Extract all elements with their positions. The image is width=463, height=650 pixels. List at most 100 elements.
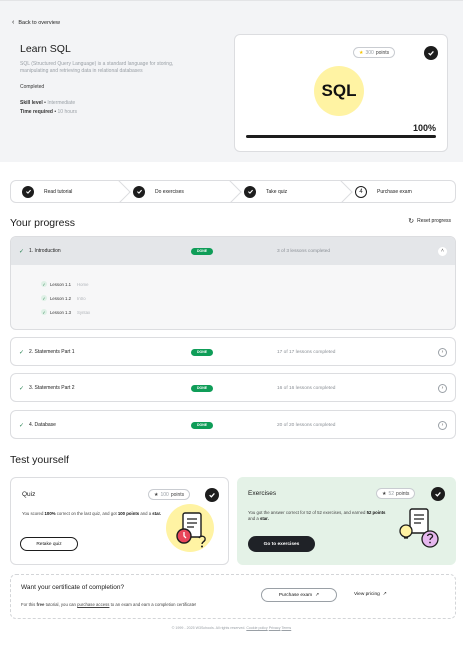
lesson-item[interactable]: ✓ Lesson 1.2 Intro: [41, 295, 86, 301]
step-do-exercises[interactable]: Do exercises: [122, 181, 233, 202]
star-icon: ★: [382, 490, 387, 497]
exercises-summary: You got the answer correct for 52 of 52 …: [248, 510, 393, 522]
quiz-summary: You scored 100% correct on the last quiz…: [22, 511, 167, 517]
chapter-statements-part-1: ✓ 2. Statements Part 1 DONE 17 of 17 les…: [10, 337, 456, 366]
course-summary-card: ★ 300 points SQL 100%: [234, 34, 448, 152]
lesson-item[interactable]: ✓ Lesson 1.1 Home: [41, 281, 89, 287]
view-pricing-label: View pricing: [354, 592, 380, 597]
external-link-icon: ↗: [315, 592, 320, 598]
points-pill: ★ 100 points: [148, 489, 191, 500]
lesson-name: Lesson 1.3: [50, 309, 72, 315]
chapter-name: 4. Database: [29, 422, 56, 428]
chevron-right-icon[interactable]: ›: [438, 347, 447, 357]
view-pricing-link[interactable]: View pricing ↗: [354, 592, 387, 597]
skill-level-value: Intermediate: [47, 100, 76, 106]
chevron-right-icon[interactable]: ›: [438, 383, 447, 393]
sql-logo: SQL: [314, 66, 364, 116]
certificate-text-2: tutorial, you can: [44, 602, 78, 607]
skill-level: Skill level • Intermediate: [20, 100, 76, 106]
step-label: Purchase exam: [377, 188, 412, 195]
chevron-up-icon[interactable]: ˄: [438, 246, 447, 256]
certificate-text: For this free tutorial, you can purchase…: [21, 602, 196, 607]
course-title: Learn SQL: [20, 43, 71, 55]
check-icon: [244, 185, 256, 198]
step-purchase-exam[interactable]: 4 Purchase exam: [344, 181, 455, 202]
chapter-header[interactable]: ✓ 2. Statements Part 1 DONE 17 of 17 les…: [11, 338, 455, 366]
check-icon: ✓: [19, 248, 25, 255]
course-steps: Read tutorial Do exercises Take quiz 4 P…: [10, 180, 456, 203]
quiz-text-3: and a: [139, 511, 153, 516]
progress-percent: 100%: [412, 123, 436, 133]
chevron-right-icon[interactable]: ›: [438, 420, 447, 430]
check-icon: ✓: [41, 309, 47, 315]
reset-progress-button[interactable]: ↻ Reset progress: [408, 217, 451, 225]
purchase-exam-label: Purchase exam: [278, 592, 313, 598]
quiz-points: 100 points: [117, 511, 140, 516]
footer-privacy-link[interactable]: Privacy: [269, 626, 281, 630]
completed-check-icon: [424, 46, 438, 60]
retake-quiz-button[interactable]: Retake quiz: [20, 537, 78, 551]
lesson-subtitle: Intro: [77, 295, 86, 301]
step-number: 4: [355, 185, 367, 198]
lesson-name: Lesson 1.1: [50, 281, 72, 287]
points-pill: ★ 300 points: [353, 47, 396, 58]
footer-cookie-link[interactable]: Cookie policy: [246, 626, 267, 630]
purchase-exam-button[interactable]: Purchase exam ↗: [261, 588, 337, 602]
check-icon: ✓: [41, 295, 47, 301]
chapter-header[interactable]: ✓ 4. Database DONE 20 of 20 lessons comp…: [11, 411, 455, 439]
back-link-label: Back to overview: [18, 19, 60, 26]
points-count: 100: [160, 491, 169, 498]
lesson-count: 16 of 16 lessons completed: [277, 385, 336, 391]
lesson-count: 17 of 17 lessons completed: [277, 349, 336, 355]
step-read-tutorial[interactable]: Read tutorial: [11, 181, 122, 202]
exercises-title: Exercises: [248, 490, 277, 497]
course-hero: ‹ Back to overview Learn SQL SQL (Struct…: [0, 0, 463, 162]
lesson-name: Lesson 1.2: [50, 295, 72, 301]
done-badge: DONE: [191, 421, 213, 429]
back-link[interactable]: ‹ Back to overview: [12, 19, 60, 26]
progress-fill: [246, 135, 436, 138]
footer-copyright: © 1999 - 2025 W3Schools. All rights rese…: [171, 626, 246, 630]
certificate-title: Want your certificate of completion?: [21, 584, 125, 591]
course-status: Completed: [20, 84, 45, 90]
exercises-star: star.: [259, 516, 269, 521]
lesson-item[interactable]: ✓ Lesson 1.3 Syntax: [41, 309, 90, 315]
chapter-header[interactable]: ✓ 1. Introduction DONE 3 of 3 lessons co…: [11, 237, 455, 265]
reset-icon: ↻: [408, 218, 415, 225]
go-to-exercises-button[interactable]: Go to exercises: [248, 536, 315, 552]
purchase-access-link[interactable]: purchase access: [77, 602, 109, 607]
skill-level-label: Skill level: [20, 100, 43, 106]
time-required-label: Time required: [20, 109, 53, 115]
check-icon: ✓: [19, 349, 25, 356]
chapter-header[interactable]: ✓ 3. Statements Part 2 DONE 16 of 16 les…: [11, 374, 455, 402]
external-link-icon: ↗: [382, 592, 387, 597]
check-icon: ✓: [41, 281, 47, 287]
quiz-text-1: You scored: [22, 511, 45, 516]
exercises-illustration-icon: [398, 505, 442, 549]
quiz-score: 100%: [44, 511, 56, 516]
exercises-text-2: and a: [248, 516, 260, 521]
points-label: points: [375, 49, 390, 56]
chapter-introduction: ✓ 1. Introduction DONE 3 of 3 lessons co…: [10, 236, 456, 330]
completed-check-icon: [205, 488, 219, 502]
done-badge: DONE: [191, 348, 213, 356]
chapter-statements-part-2: ✓ 3. Statements Part 2 DONE 16 of 16 les…: [10, 373, 456, 402]
step-take-quiz[interactable]: Take quiz: [233, 181, 344, 202]
footer-terms-link[interactable]: Terms: [281, 626, 291, 630]
check-icon: [22, 185, 34, 198]
check-icon: ✓: [19, 385, 25, 392]
points-label: points: [396, 490, 410, 497]
quiz-card: Quiz ★ 100 points You scored 100% correc…: [10, 477, 229, 565]
points-pill: ★ 52 points: [376, 488, 416, 499]
quiz-illustration-icon: [166, 504, 214, 552]
points-count: 300: [365, 49, 374, 56]
completed-check-icon: [431, 487, 445, 501]
chevron-left-icon: ‹: [12, 19, 15, 26]
test-yourself-title: Test yourself: [10, 454, 69, 466]
step-label: Read tutorial: [44, 188, 73, 195]
certificate-banner: Want your certificate of completion? For…: [10, 574, 456, 619]
certificate-text-3: to an exam and earn a completion certifi…: [109, 602, 197, 607]
quiz-star: star.: [152, 511, 162, 516]
star-icon: ★: [359, 49, 364, 56]
progress-title: Your progress: [10, 217, 75, 229]
